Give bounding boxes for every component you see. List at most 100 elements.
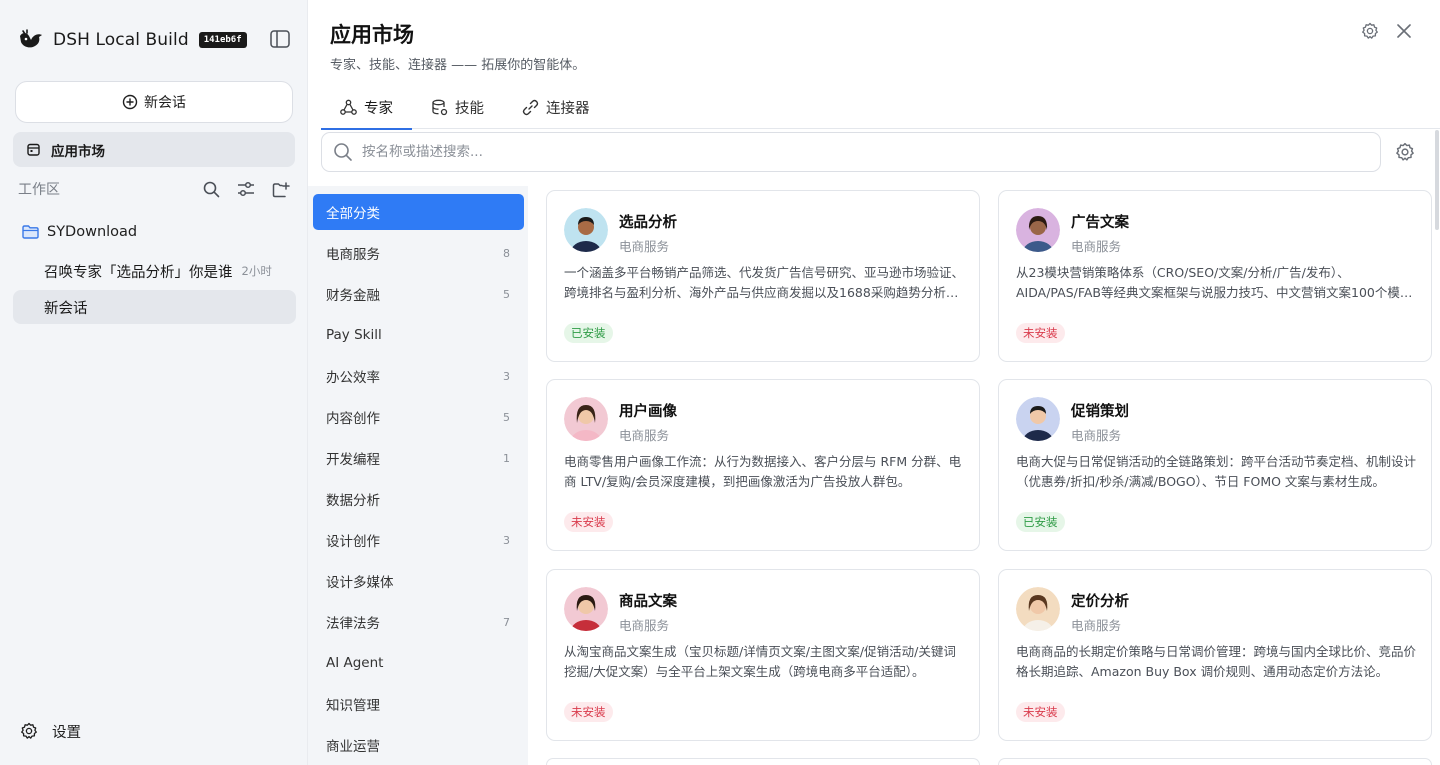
search-icon[interactable] (203, 181, 220, 198)
expert-card[interactable]: 广告文案 电商服务 从23模块营销策略体系（CRO/SEO/文案/分析/广告/发… (998, 190, 1432, 362)
expert-name: 选品分析 (619, 215, 677, 231)
status-badge: 已安装 (1016, 512, 1065, 532)
status-badge: 未安装 (564, 512, 613, 532)
workspace-label: 工作区 (18, 182, 60, 198)
close-icon[interactable] (1396, 23, 1412, 39)
market-label: 应用市场 (51, 143, 105, 160)
expert-description: 从淘宝商品文案生成（宝贝标题/详情页文案/主图文案/促销活动/关键词挖掘/大促文… (564, 644, 956, 679)
category-label: 设计创作 (326, 534, 380, 550)
expert-description: 电商零售用户画像工作流：从行为数据接入、客户分层与 RFM 分群、电商 LTV/… (564, 454, 962, 489)
settings-gear-icon[interactable] (1361, 22, 1379, 40)
sidebar-item-market[interactable]: 应用市场 (13, 132, 295, 167)
category-item[interactable]: 设计多媒体 (313, 563, 524, 599)
expert-description: 一个涵盖多平台畅销产品筛选、代发货广告信号研究、亚马逊市场验证、跨境排名与盈利分… (564, 265, 964, 300)
search-icon (334, 143, 352, 161)
expert-card-partial[interactable] (998, 758, 1432, 765)
category-item[interactable]: 开发编程 1 (313, 440, 524, 476)
category-label: 设计多媒体 (326, 575, 394, 591)
category-label: 开发编程 (326, 452, 380, 468)
app-market-page: 应用市场 专家、技能、连接器 —— 拓展你的智能体。 专家 技能 连接器 按名称… (308, 0, 1440, 765)
new-folder-icon[interactable] (272, 181, 290, 198)
category-count: 5 (503, 410, 510, 424)
tab-connectors[interactable]: 连接器 (503, 86, 609, 129)
category-item[interactable]: 法律法务 7 (313, 604, 524, 640)
status-badge: 未安装 (1016, 702, 1065, 722)
category-label: Pay Skill (326, 327, 382, 343)
gear-icon (21, 722, 37, 739)
conversation-title: 召唤专家「选品分析」你是谁 (44, 264, 233, 281)
status-badge: 未安装 (564, 702, 613, 722)
expert-card[interactable]: 用户画像 电商服务 电商零售用户画像工作流：从行为数据接入、客户分层与 RFM … (546, 379, 980, 551)
expert-name: 广告文案 (1071, 215, 1129, 231)
expert-card[interactable]: 商品文案 电商服务 从淘宝商品文案生成（宝贝标题/详情页文案/主图文案/促销活动… (546, 569, 980, 741)
expert-avatar-icon (564, 397, 608, 441)
search-settings-icon[interactable] (1395, 142, 1415, 162)
expert-name: 用户画像 (619, 404, 677, 420)
brand: DSH Local Build 141eb6f (18, 26, 247, 54)
category-item[interactable]: 办公效率 3 (313, 358, 524, 394)
category-label: 法律法务 (326, 616, 380, 632)
expert-card[interactable]: 选品分析 电商服务 一个涵盖多平台畅销产品筛选、代发货广告信号研究、亚马逊市场验… (546, 190, 980, 362)
search-input[interactable] (362, 144, 1262, 160)
expert-description: 从23模块营销策略体系（CRO/SEO/文案/分析/广告/发布）、AIDA/PA… (1016, 265, 1400, 300)
category-item[interactable]: Pay Skill (313, 317, 524, 353)
category-item-all[interactable]: 全部分类 (313, 194, 524, 230)
expert-description: 电商大促与日常促销活动的全链路策划：跨平台活动节奏定档、机制设计（优惠券/折扣/… (1016, 454, 1416, 489)
sidebar-toggle-icon[interactable] (270, 30, 290, 48)
category-label: AI Agent (326, 655, 384, 671)
category-item[interactable]: 知识管理 (313, 686, 524, 722)
category-label: 数据分析 (326, 493, 380, 509)
conversation-item[interactable]: 召唤专家「选品分析」你是谁 2小时 (13, 254, 296, 288)
folder-name: SYDownload (47, 224, 138, 240)
tab-label: 连接器 (546, 101, 590, 117)
expert-card[interactable]: 定价分析 电商服务 电商商品的长期定价策略与日常调价管理：跨境与国内全球比价、竞… (998, 569, 1432, 741)
settings-button[interactable]: 设置 (20, 721, 81, 741)
new-chat-button[interactable]: 新会话 (15, 81, 293, 123)
tab-skills[interactable]: 技能 (412, 86, 503, 129)
conversation-title: 新会话 (44, 300, 88, 317)
folder-sydownload[interactable]: SYDownload (22, 222, 137, 242)
category-label: 办公效率 (326, 370, 380, 386)
scrollbar-thumb[interactable] (1435, 130, 1439, 230)
new-chat-label: 新会话 (144, 95, 186, 111)
expert-card[interactable]: 促销策划 电商服务 电商大促与日常促销活动的全链路策划：跨平台活动节奏定档、机制… (998, 379, 1432, 551)
category-label: 电商服务 (326, 247, 380, 263)
tab-experts[interactable]: 专家 (321, 86, 412, 130)
category-count: 3 (503, 369, 510, 383)
category-label: 知识管理 (326, 698, 380, 714)
category-count: 3 (503, 533, 510, 547)
settings-label: 设置 (52, 724, 81, 741)
page-title: 应用市场 (330, 23, 414, 47)
expert-category: 电商服务 (619, 428, 670, 443)
category-count: 7 (503, 615, 510, 629)
folder-icon (22, 225, 39, 239)
category-label: 全部分类 (326, 206, 380, 222)
status-badge: 未安装 (1016, 323, 1065, 343)
category-item[interactable]: AI Agent (313, 645, 524, 681)
filter-sliders-icon[interactable] (237, 181, 255, 197)
category-item[interactable]: 财务金融 5 (313, 276, 524, 312)
expert-card-partial[interactable] (546, 758, 980, 765)
category-item[interactable]: 电商服务 8 (313, 235, 524, 271)
expert-description: 电商商品的长期定价策略与日常调价管理：跨境与国内全球比价、竞品价格长期追踪、Am… (1016, 644, 1416, 679)
conversation-item-active[interactable]: 新会话 (13, 290, 296, 324)
expert-name: 定价分析 (1071, 594, 1129, 610)
expert-category: 电商服务 (619, 239, 670, 254)
category-label: 财务金融 (326, 288, 380, 304)
whale-logo-icon (20, 29, 42, 48)
plus-circle-icon (122, 94, 138, 110)
expert-avatar-icon (1016, 208, 1060, 252)
calendar-grid-icon (27, 143, 40, 156)
expert-category: 电商服务 (1071, 428, 1122, 443)
expert-name: 促销策划 (1071, 404, 1129, 420)
page-subtitle: 专家、技能、连接器 —— 拓展你的智能体。 (330, 58, 586, 73)
expert-icon (340, 99, 357, 115)
category-label: 内容创作 (326, 411, 380, 427)
expert-avatar-icon (564, 587, 608, 631)
category-item[interactable]: 商业运营 (313, 727, 524, 763)
category-item[interactable]: 数据分析 (313, 481, 524, 517)
search-box (321, 132, 1381, 172)
category-item[interactable]: 设计创作 3 (313, 522, 524, 558)
category-item[interactable]: 内容创作 5 (313, 399, 524, 435)
link-icon (522, 99, 539, 116)
